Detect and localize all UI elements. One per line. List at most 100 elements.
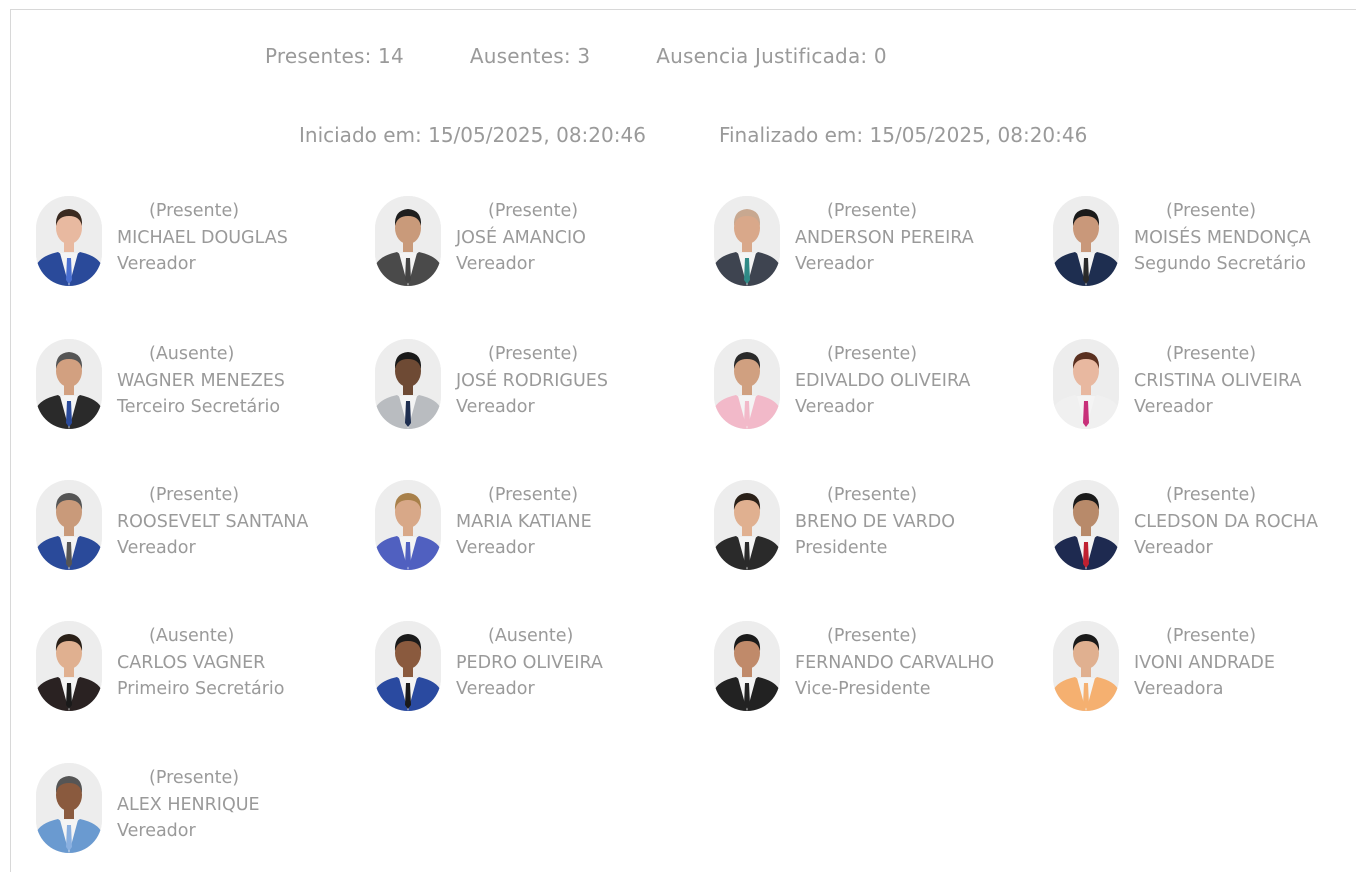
member-photo (36, 621, 102, 711)
member-info: (Presente) BRENO DE VARDO Presidente (795, 482, 955, 562)
member-status: (Presente) (827, 626, 918, 646)
member-status: (Presente) (1166, 344, 1257, 364)
member-status: (Presente) (488, 201, 579, 221)
member-photo (375, 196, 441, 286)
member-role: Segundo Secretário (1134, 254, 1306, 274)
member-card: (Ausente) CARLOS VAGNER Primeiro Secretári… (36, 621, 366, 713)
member-info: (Presente) JOSÉ RODRIGUES Vereador (456, 341, 608, 421)
member-info: (Presente) ANDERSON PEREIRA Vereador (795, 198, 974, 278)
member-name: JOSÉ RODRIGUES (456, 370, 608, 391)
member-role: Vereador (456, 397, 535, 417)
member-photo (714, 196, 780, 286)
member-status: (Ausente) (488, 626, 574, 646)
member-name: CRISTINA OLIVEIRA (1134, 370, 1302, 391)
member-status: (Ausente) (149, 344, 235, 364)
member-info: (Presente) FERNANDO CARVALHO Vice-Presiden… (795, 623, 994, 703)
member-photo (714, 339, 780, 429)
member-role: Vereadora (1134, 679, 1224, 699)
member-role: Vereador (795, 254, 874, 274)
member-photo (1053, 480, 1119, 570)
member-name: CLEDSON DA ROCHA (1134, 511, 1319, 532)
member-photo (1053, 196, 1119, 286)
member-role: Presidente (795, 538, 888, 558)
member-card: (Presente) IVONI ANDRADE Vereadora (1053, 621, 1356, 713)
member-card: (Presente) EDIVALDO OLIVEIRA Vereador (714, 339, 1044, 431)
member-name: ROOSEVELT SANTANA (117, 511, 309, 532)
member-role: Vereador (1134, 538, 1213, 558)
member-info: (Presente) MICHAEL DOUGLAS Vereador (117, 198, 288, 278)
member-role: Vereador (456, 538, 535, 558)
member-status: (Presente) (149, 201, 240, 221)
member-card: (Presente) MARIA KATIANE Vereador (375, 480, 705, 572)
member-status: (Presente) (1166, 485, 1257, 505)
member-photo (714, 621, 780, 711)
member-status: (Presente) (827, 485, 918, 505)
member-role: Vereador (117, 254, 196, 274)
member-role: Primeiro Secretário (117, 679, 285, 699)
member-info: (Presente) MARIA KATIANE Vereador (456, 482, 592, 562)
member-photo (1053, 339, 1119, 429)
member-photo (1053, 621, 1119, 711)
member-name: JOSÉ AMANCIO (456, 227, 586, 248)
member-status: (Presente) (488, 344, 579, 364)
member-status: (Presente) (149, 485, 240, 505)
member-name: WAGNER MENEZES (117, 370, 285, 391)
member-name: IVONI ANDRADE (1134, 652, 1275, 673)
present-count: Presentes: 14 (265, 44, 404, 68)
member-photo (375, 621, 441, 711)
member-card: (Presente) FERNANDO CARVALHO Vice-Presiden… (714, 621, 1044, 713)
member-name: BRENO DE VARDO (795, 511, 955, 532)
member-photo (375, 480, 441, 570)
member-photo (36, 480, 102, 570)
member-name: MOISÉS MENDONÇA (1134, 227, 1311, 248)
member-photo (375, 339, 441, 429)
member-card: (Presente) MICHAEL DOUGLAS Vereador (36, 196, 366, 288)
member-photo (36, 196, 102, 286)
member-status: (Presente) (827, 344, 918, 364)
finished-at: Finalizado em: 15/05/2025, 08:20:46 (718, 123, 1088, 147)
session-times: Iniciado em: 15/05/2025, 08:20:46 Finali… (299, 123, 1087, 147)
member-name: CARLOS VAGNER (117, 652, 266, 673)
member-name: EDIVALDO OLIVEIRA (795, 370, 971, 391)
justified-absence-count: Ausencia Justificada: 0 (656, 44, 887, 68)
member-role: Vereador (456, 679, 535, 699)
member-name: MICHAEL DOUGLAS (117, 227, 288, 248)
member-name: MARIA KATIANE (456, 511, 592, 532)
member-status: (Presente) (1166, 201, 1257, 221)
member-card: (Ausente) WAGNER MENEZES Terceiro Secretár… (36, 339, 366, 431)
member-name: PEDRO OLIVEIRA (456, 652, 603, 673)
member-card: (Presente) ALEX HENRIQUE Vereador (36, 763, 366, 855)
member-role: Terceiro Secretário (117, 397, 281, 417)
member-info: (Presente) ALEX HENRIQUE Vereador (117, 765, 260, 845)
member-photo (36, 763, 102, 853)
member-photo (36, 339, 102, 429)
member-role: Vereador (795, 397, 874, 417)
started-at: Iniciado em: 15/05/2025, 08:20:46 (299, 123, 646, 147)
member-status: (Presente) (488, 485, 579, 505)
member-role: Vereador (1134, 397, 1213, 417)
member-card: (Presente) JOSÉ RODRIGUES Vereador (375, 339, 705, 431)
member-card: (Presente) MOISÉS MENDONÇA Segundo Secretá… (1053, 196, 1356, 288)
member-status: (Presente) (827, 201, 918, 221)
member-card: (Presente) BRENO DE VARDO Presidente (714, 480, 1044, 572)
member-card: (Presente) CLEDSON DA ROCHA Vereador (1053, 480, 1356, 572)
member-card: (Ausente) PEDRO OLIVEIRA Vereador (375, 621, 705, 713)
member-info: (Ausente) WAGNER MENEZES Terceiro Secretár… (117, 341, 285, 421)
member-card: (Presente) JOSÉ AMANCIO Vereador (375, 196, 705, 288)
member-info: (Presente) MOISÉS MENDONÇA Segundo Secretá… (1134, 198, 1311, 278)
member-card: (Presente) CRISTINA OLIVEIRA Vereador (1053, 339, 1356, 431)
member-photo (714, 480, 780, 570)
member-info: (Presente) JOSÉ AMANCIO Vereador (456, 198, 586, 278)
member-status: (Ausente) (149, 626, 235, 646)
member-status: (Presente) (149, 768, 240, 788)
member-role: Vice-Presidente (795, 679, 931, 699)
member-info: (Presente) CRISTINA OLIVEIRA Vereador (1134, 341, 1301, 421)
member-info: (Presente) IVONI ANDRADE Vereadora (1134, 623, 1275, 703)
member-info: (Ausente) PEDRO OLIVEIRA Vereador (456, 623, 603, 703)
absent-count: Ausentes: 3 (469, 44, 591, 68)
member-role: Vereador (117, 821, 196, 841)
member-info: (Presente) ROOSEVELT SANTANA Vereador (117, 482, 308, 562)
member-role: Vereador (117, 538, 196, 558)
member-info: (Ausente) CARLOS VAGNER Primeiro Secretári… (117, 623, 284, 703)
member-status: (Presente) (1166, 626, 1257, 646)
